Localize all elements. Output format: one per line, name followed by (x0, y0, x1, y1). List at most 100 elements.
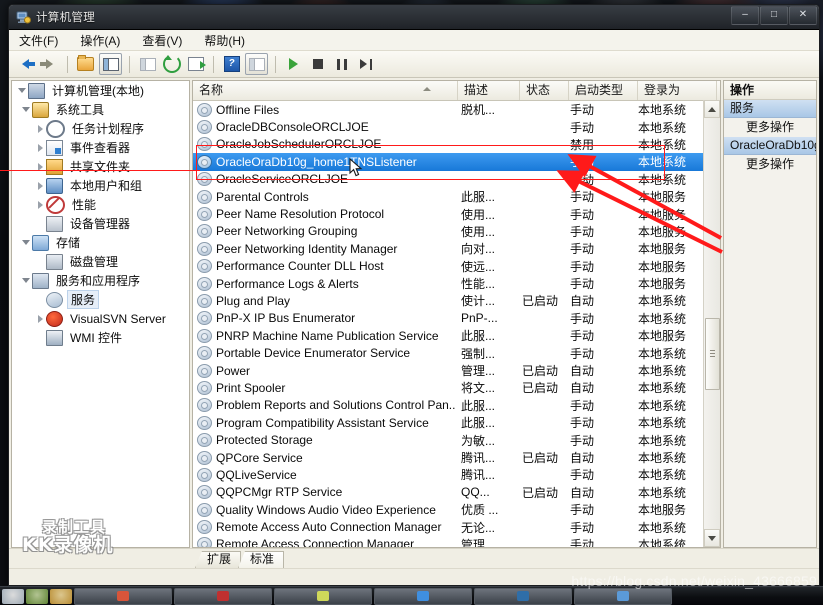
stop-service-icon[interactable] (307, 54, 328, 74)
tree-node-12[interactable]: VisualSVN Server (12, 309, 189, 328)
table-row[interactable]: OracleJobSchedulerORCLJOE 禁用 本地系统 (193, 136, 720, 153)
more-actions-item[interactable]: 更多操作 (724, 118, 816, 137)
menu-item-help[interactable]: 帮助(H) (204, 32, 245, 49)
tree-node-4[interactable]: 共享文件夹 (12, 157, 189, 176)
table-row[interactable]: Program Compatibility Assistant Service 此… (193, 414, 720, 431)
pause-service-icon[interactable] (331, 54, 352, 74)
tree-node-3[interactable]: 事件查看器 (12, 138, 189, 157)
table-row[interactable]: OracleOraDb10g_home1TNSListener 手动 本地系统 (193, 153, 720, 171)
list-view-icon[interactable] (137, 54, 158, 74)
console-tree[interactable]: 计算机管理(本地) 系统工具 任务计划程序 事件查看器 共享文件夹 本地用户和组 性能 设备管… (11, 80, 190, 548)
table-row[interactable]: QPCore Service 腾讯... 已启动 自动 本地系统 (193, 449, 720, 466)
table-row[interactable]: PNRP Machine Name Publication Service 此服.… (193, 327, 720, 344)
table-row[interactable]: Portable Device Enumerator Service 强制... 手… (193, 344, 720, 361)
tree-node-1[interactable]: 系统工具 (12, 100, 189, 119)
column-header-name[interactable]: 名称 (193, 81, 458, 100)
chevron-down-icon[interactable] (16, 88, 28, 93)
tree-node-13[interactable]: WMI 控件 (12, 328, 189, 347)
taskbar-icon[interactable] (26, 588, 48, 604)
menu-bar[interactable]: 文件(F) 操作(A) 查看(V) 帮助(H) (9, 30, 819, 51)
view-tabs[interactable]: 扩展 标准 (9, 548, 819, 568)
table-row[interactable]: Plug and Play 使计... 已启动 自动 本地系统 (193, 292, 720, 309)
table-row[interactable]: PnP-X IP Bus Enumerator PnP-... 手动 本地系统 (193, 310, 720, 327)
tree-node-7[interactable]: 设备管理器 (12, 214, 189, 233)
table-row[interactable]: Quality Windows Audio Video Experience 优质… (193, 501, 720, 518)
table-row[interactable]: Print Spooler 将文... 已启动 自动 本地系统 (193, 379, 720, 396)
table-row[interactable]: Parental Controls 此服... 手动 本地服务 (193, 188, 720, 205)
table-row[interactable]: QQPCMgr RTP Service QQ... 已启动 自动 本地系统 (193, 484, 720, 501)
back-icon[interactable] (15, 54, 36, 74)
column-header-status[interactable]: 状态 (520, 81, 569, 100)
table-row[interactable]: Problem Reports and Solutions Control Pa… (193, 397, 720, 414)
tree-node-10[interactable]: 服务和应用程序 (12, 271, 189, 290)
title-bar[interactable]: 计算机管理 – □ ✕ (9, 5, 819, 30)
taskbar-icon[interactable] (50, 588, 72, 604)
scroll-down-icon[interactable] (704, 529, 720, 547)
show-hide-tree-icon[interactable] (99, 53, 122, 75)
show-action-pane-icon[interactable] (245, 53, 268, 75)
forward-icon[interactable] (39, 54, 60, 74)
taskbar-window-button[interactable] (474, 587, 572, 605)
table-row[interactable]: Power 管理... 已启动 自动 本地系统 (193, 362, 720, 379)
chevron-down-icon[interactable] (20, 278, 32, 283)
tree-node-9[interactable]: 磁盘管理 (12, 252, 189, 271)
tree-node-11[interactable]: 服务 (12, 290, 189, 309)
minimize-button[interactable]: – (731, 6, 759, 25)
export-list-icon[interactable] (185, 54, 206, 74)
table-row[interactable]: QQLiveService 腾讯... 手动 本地系统 (193, 466, 720, 483)
table-row[interactable]: Performance Counter DLL Host 使远... 手动 本地服务 (193, 258, 720, 275)
tab-standard[interactable]: 标准 (238, 551, 285, 568)
chevron-right-icon[interactable] (34, 314, 46, 323)
table-row[interactable]: Remote Access Auto Connection Manager 无论.… (193, 518, 720, 535)
help-icon[interactable]: ? (221, 54, 242, 74)
scroll-up-icon[interactable] (704, 100, 720, 118)
table-row[interactable]: Peer Networking Identity Manager 向对... 手动 本… (193, 240, 720, 257)
table-row[interactable]: Offline Files 脱机... 手动 本地系统 (193, 101, 720, 118)
table-row[interactable]: OracleDBConsoleORCLJOE 手动 本地系统 (193, 118, 720, 135)
chevron-right-icon[interactable] (34, 200, 46, 209)
table-row[interactable]: Performance Logs & Alerts 性能... 手动 本地服务 (193, 275, 720, 292)
taskbar-window-button[interactable] (274, 587, 372, 605)
menu-item-action[interactable]: 操作(A) (80, 32, 120, 49)
taskbar-window-button[interactable] (74, 587, 172, 605)
services-list-pane[interactable]: 名称 描述 状态 启动类型 登录为 Offline Files 脱机... 手动 本地系统 Or… (192, 80, 721, 548)
toolbar[interactable]: ? (9, 51, 819, 78)
column-header-logon[interactable]: 登录为 (638, 81, 717, 100)
window-controls[interactable]: – □ ✕ (731, 6, 817, 25)
close-button[interactable]: ✕ (789, 6, 817, 25)
table-row[interactable]: Peer Networking Grouping 使用... 手动 本地服务 (193, 223, 720, 240)
tree-node-2[interactable]: 任务计划程序 (12, 119, 189, 138)
table-row[interactable]: Peer Name Resolution Protocol 使用... 手动 本地服务 (193, 205, 720, 222)
table-row[interactable]: OracleServiceORCLJOE 手动 本地系统 (193, 171, 720, 188)
taskbar-window-button[interactable] (374, 587, 472, 605)
scrollbar-thumb[interactable] (705, 318, 720, 390)
restart-service-icon[interactable] (355, 54, 376, 74)
start-service-icon[interactable] (283, 54, 304, 74)
chevron-right-icon[interactable] (34, 124, 46, 133)
chevron-right-icon[interactable] (34, 143, 46, 152)
tree-node-6[interactable]: 性能 (12, 195, 189, 214)
more-actions-item[interactable]: 更多操作 (724, 155, 816, 174)
up-folder-icon[interactable] (75, 54, 96, 74)
tree-node-8[interactable]: 存储 (12, 233, 189, 252)
menu-item-view[interactable]: 查看(V) (142, 32, 182, 49)
maximize-button[interactable]: □ (760, 6, 788, 25)
tree-node-0[interactable]: 计算机管理(本地) (12, 81, 189, 100)
menu-item-file[interactable]: 文件(F) (19, 32, 58, 49)
actions-pane[interactable]: 操作 服务 更多操作 OracleOraDb10g 更多操作 (723, 80, 817, 548)
chevron-down-icon[interactable] (20, 240, 32, 245)
column-header-desc[interactable]: 描述 (458, 81, 520, 100)
taskbar-window-button[interactable] (174, 587, 272, 605)
tree-node-5[interactable]: 本地用户和组 (12, 176, 189, 195)
refresh-icon[interactable] (161, 54, 182, 74)
table-row[interactable]: Remote Access Connection Manager 管理... 手动 本… (193, 536, 720, 547)
chevron-right-icon[interactable] (34, 181, 46, 190)
list-vertical-scrollbar[interactable] (703, 100, 720, 547)
table-row[interactable]: Protected Storage 为敏... 手动 本地系统 (193, 431, 720, 448)
list-column-headers[interactable]: 名称 描述 状态 启动类型 登录为 (193, 81, 720, 101)
tab-extended[interactable]: 扩展 (195, 551, 242, 568)
chevron-down-icon[interactable] (20, 107, 32, 112)
taskbar-icon[interactable] (2, 588, 24, 604)
services-list-rows[interactable]: Offline Files 脱机... 手动 本地系统 OracleDBConsoleO… (193, 101, 720, 547)
taskbar-window-button[interactable] (574, 587, 672, 605)
